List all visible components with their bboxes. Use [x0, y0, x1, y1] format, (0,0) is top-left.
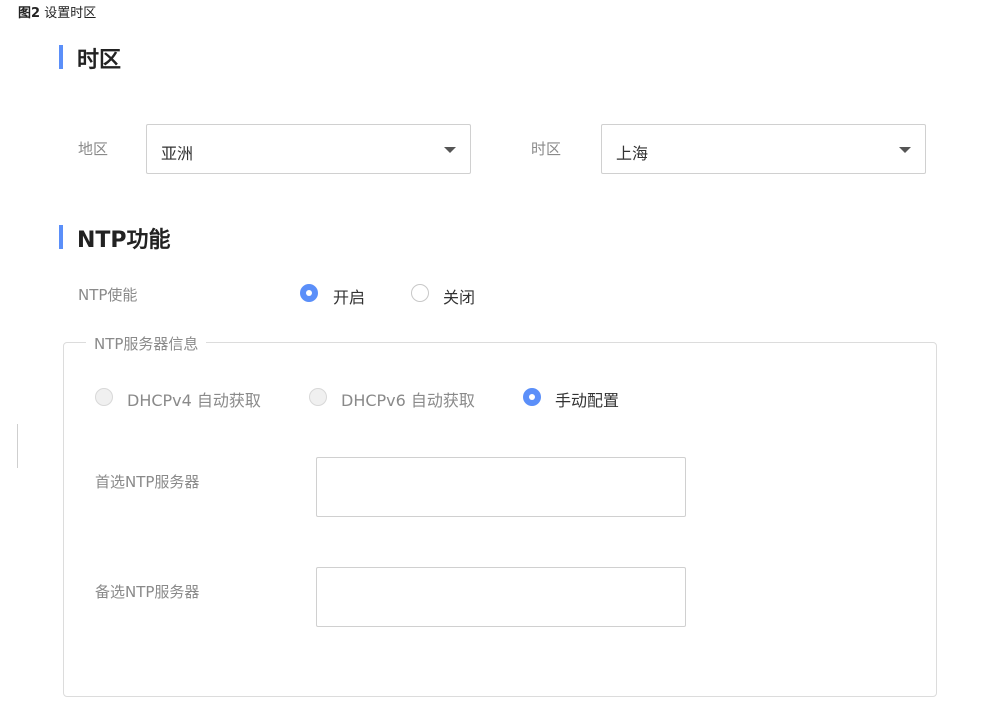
- region-select[interactable]: 亚洲: [146, 124, 471, 174]
- figure-number: 图2: [18, 6, 41, 21]
- ntp-enable-on-label[interactable]: 开启: [333, 284, 365, 308]
- left-divider: [17, 424, 18, 468]
- manual-config-label[interactable]: 手动配置: [555, 387, 619, 411]
- ntp-enable-on-radio[interactable]: [300, 284, 318, 302]
- dhcpv6-label[interactable]: DHCPv6 自动获取: [341, 387, 475, 411]
- secondary-ntp-input[interactable]: [316, 567, 686, 627]
- ntp-enable-off-radio[interactable]: [411, 284, 429, 302]
- timezone-label: 时区: [531, 140, 562, 158]
- figure-caption: 图2 设置时区: [18, 2, 96, 21]
- section-title-ntp: NTP功能: [77, 228, 171, 253]
- dhcpv4-label[interactable]: DHCPv4 自动获取: [127, 387, 261, 411]
- section-title-timezone: 时区: [77, 48, 122, 73]
- dhcpv4-radio[interactable]: [95, 388, 113, 406]
- region-label: 地区: [78, 140, 109, 158]
- chevron-down-icon: [444, 147, 456, 153]
- ntp-enable-off-label[interactable]: 关闭: [443, 284, 475, 308]
- primary-ntp-label: 首选NTP服务器: [95, 473, 200, 491]
- figure-title: 设置时区: [44, 6, 97, 21]
- timezone-select-value: 上海: [616, 144, 649, 163]
- section-accent-bar: [59, 225, 63, 249]
- ntp-server-info-legend: NTP服务器信息: [86, 333, 207, 354]
- dhcpv6-radio[interactable]: [309, 388, 327, 406]
- section-accent-bar: [59, 45, 63, 69]
- manual-config-radio[interactable]: [523, 388, 541, 406]
- secondary-ntp-label: 备选NTP服务器: [95, 583, 200, 601]
- ntp-enable-label: NTP使能: [78, 286, 138, 304]
- chevron-down-icon: [899, 147, 911, 153]
- timezone-select[interactable]: 上海: [601, 124, 926, 174]
- region-select-value: 亚洲: [161, 144, 194, 163]
- primary-ntp-input[interactable]: [316, 457, 686, 517]
